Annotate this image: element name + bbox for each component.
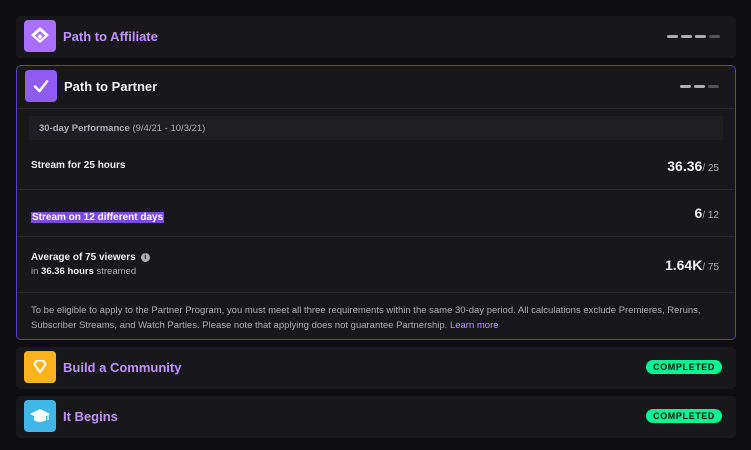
path-to-partner-card[interactable]: Path to Partner 30-day Performance (9/4/…: [16, 65, 736, 340]
community-title: Build a Community: [63, 360, 182, 375]
performance-range: (9/4/21 - 10/3/21): [132, 123, 206, 134]
build-a-community-card[interactable]: Build a Community COMPLETED: [16, 347, 736, 389]
divider: [17, 108, 735, 109]
begins-badge-icon: [24, 400, 56, 432]
affiliate-title: Path to Affiliate: [63, 29, 158, 44]
metric-row-hours: Stream for 25 hours 36.36/ 25: [17, 146, 735, 189]
divider: [17, 292, 735, 293]
affiliate-progress-dashes: [667, 35, 720, 38]
metric-value-viewers: 1.64K/ 75: [664, 257, 719, 273]
it-begins-card[interactable]: It Begins COMPLETED: [16, 396, 736, 438]
community-badge-icon: [24, 351, 56, 383]
affiliate-badge-icon: [24, 20, 56, 52]
metric-label-hours: Stream for 25 hours: [31, 160, 126, 171]
partner-badge-icon: [25, 70, 57, 102]
metric-sub-viewers: in 36.36 hours streamed: [31, 266, 137, 277]
metric-row-viewers: Average of 75 viewers i in 36.36 hours s…: [17, 237, 735, 292]
metric-value-days: 6/ 12: [694, 205, 719, 221]
learn-more-link[interactable]: Learn more: [450, 320, 499, 331]
partner-title: Path to Partner: [64, 79, 158, 94]
info-icon[interactable]: i: [140, 253, 150, 262]
metric-row-days: Stream on 12 different days 6/ 12: [17, 190, 735, 236]
performance-label: 30-day Performance: [39, 123, 130, 134]
metric-label-viewers: Average of 75 viewers i: [31, 252, 150, 263]
performance-period-bar: 30-day Performance (9/4/21 - 10/3/21): [29, 116, 723, 140]
metric-label-days: Stream on 12 different days: [31, 212, 165, 223]
partner-progress-dashes: [680, 85, 719, 88]
eligibility-note: To be eligible to apply to the Partner P…: [31, 305, 701, 331]
begins-title: It Begins: [63, 409, 118, 424]
completed-badge: COMPLETED: [646, 360, 722, 374]
metric-value-hours: 36.36/ 25: [667, 158, 719, 174]
completed-badge: COMPLETED: [646, 409, 722, 423]
path-to-affiliate-card[interactable]: Path to Affiliate: [16, 16, 736, 58]
